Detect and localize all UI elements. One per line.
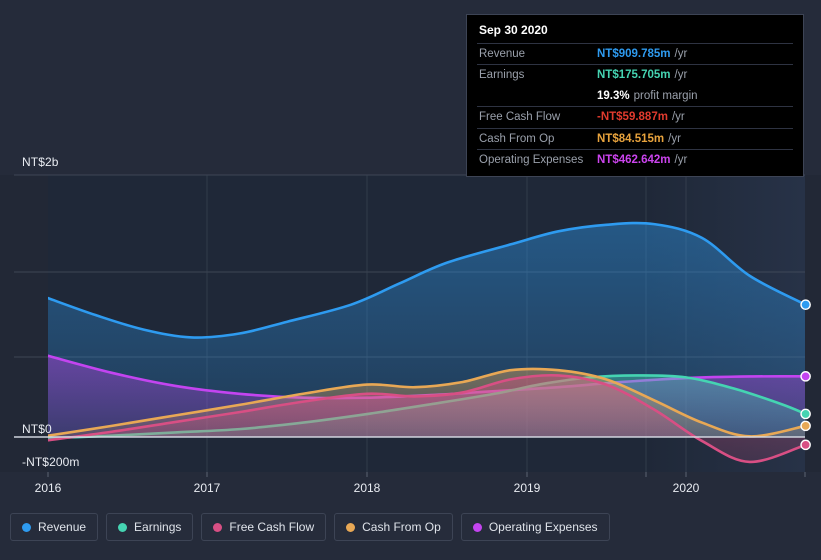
x-axis-label-2018: 2018 [353,481,381,495]
series-endpoint-operating-expenses [800,371,811,382]
tooltip-row-cash-from-op: Cash From Op NT$84.515m /yr [477,127,793,149]
tooltip-value-earnings: NT$175.705m [597,69,671,82]
tooltip-label-operating-expenses: Operating Expenses [479,153,584,166]
tooltip-value-operating-expenses: NT$462.642m [597,153,671,166]
series-endpoint-free-cash-flow [800,439,811,451]
chart-tooltip: Sep 30 2020 Revenue NT$909.785m /yr Earn… [466,14,804,178]
tooltip-row-operating-expenses: Operating Expenses NT$462.642m /yr [477,148,793,170]
series-endpoint-cash-from-op [800,420,811,432]
tooltip-unit-operating-expenses: /yr [674,153,688,166]
tooltip-value-cash-from-op: NT$84.515m [597,132,665,145]
x-axis-label-2019: 2019 [513,481,541,495]
tooltip-unit-earnings: /yr [674,69,688,82]
tooltip-label-cash-from-op: Cash From Op [479,132,555,145]
tooltip-row-earnings: Earnings NT$175.705m /yr [477,64,793,85]
legend-item-free-cash-flow[interactable]: Free Cash Flow [201,513,327,541]
legend-dot-operating-expenses-icon [472,522,482,532]
tooltip-unit-free-cash-flow: /yr [671,111,685,124]
tooltip-unit-revenue: /yr [674,48,688,60]
legend-dot-earnings-icon [118,522,128,532]
tooltip-value-profit-margin: 19.3% [597,89,630,102]
x-axis-label-2020: 2020 [672,481,700,495]
tooltip-label-earnings: Earnings [479,69,525,82]
legend-item-cash-from-op[interactable]: Cash From Op [334,513,453,541]
tooltip-label-free-cash-flow: Free Cash Flow [479,111,561,124]
financial-area-chart: NT$2b NT$0 -NT$200m 2016 2017 2018 2019 … [0,0,821,560]
legend-dot-free-cash-flow-icon [213,522,223,532]
legend-label-revenue: Revenue [38,520,87,534]
y-axis-label-zero: NT$0 [22,422,52,436]
legend-label-free-cash-flow: Free Cash Flow [229,520,315,534]
tooltip-label-revenue: Revenue [479,48,526,60]
tooltip-row-free-cash-flow: Free Cash Flow -NT$59.887m /yr [477,106,793,127]
legend-label-operating-expenses: Operating Expenses [488,520,598,534]
tooltip-row-revenue: Revenue NT$909.785m /yr [477,43,793,64]
x-axis-label-2016: 2016 [34,481,62,495]
tooltip-unit-cash-from-op: /yr [668,132,681,145]
legend-item-earnings[interactable]: Earnings [106,513,194,541]
legend-dot-cash-from-op-icon [346,522,356,532]
series-endpoint-revenue [800,299,811,310]
legend-label-cash-from-op: Cash From Op [362,520,441,534]
legend-label-earnings: Earnings [134,520,182,534]
tooltip-value-revenue: NT$909.785m [597,48,671,60]
legend-item-operating-expenses[interactable]: Operating Expenses [460,513,610,541]
series-endpoint-earnings [800,408,811,420]
legend-dot-revenue-icon [22,522,31,532]
tooltip-date: Sep 30 2020 [479,23,548,37]
tooltip-value-free-cash-flow: -NT$59.887m [597,111,668,124]
y-axis-label-bottom: -NT$200m [22,455,80,469]
tooltip-unit-profit-margin: profit margin [633,89,698,102]
tooltip-row-profit-margin: 19.3% profit margin [477,86,793,106]
legend-item-revenue[interactable]: Revenue [10,513,99,541]
x-axis-label-2017: 2017 [193,481,221,495]
chart-legend: Revenue Earnings Free Cash Flow Cash Fro… [10,513,610,541]
y-axis-label-top: NT$2b [22,155,59,169]
